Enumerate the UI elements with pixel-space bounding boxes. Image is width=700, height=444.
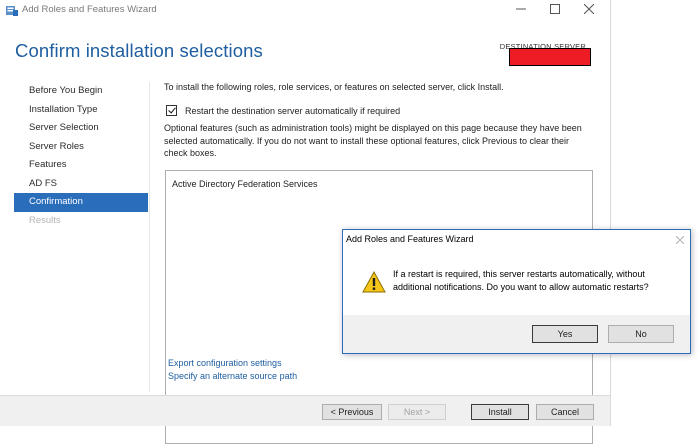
nav-item-server-roles[interactable]: Server Roles <box>14 138 148 157</box>
optional-features-note: Optional features (such as administratio… <box>164 123 582 158</box>
export-configuration-link[interactable]: Export configuration settings <box>168 357 297 370</box>
nav-item-installation-type[interactable]: Installation Type <box>14 101 148 120</box>
minimize-icon <box>516 8 526 10</box>
title-bar: Add Roles and Features Wizard <box>0 0 610 20</box>
wizard-nav: Before You Begin Installation Type Serve… <box>14 82 148 230</box>
nav-item-features[interactable]: Features <box>14 156 148 175</box>
close-icon <box>584 4 594 14</box>
window-title: Add Roles and Features Wizard <box>22 4 157 15</box>
maximize-button[interactable] <box>538 0 572 18</box>
previous-button[interactable]: < Previous <box>322 404 382 420</box>
links-area: Export configuration settings Specify an… <box>168 357 297 382</box>
alternate-source-link[interactable]: Specify an alternate source path <box>168 370 297 383</box>
intro-text: To install the following roles, role ser… <box>164 82 504 92</box>
nav-item-before-you-begin[interactable]: Before You Begin <box>14 82 148 101</box>
close-button[interactable] <box>572 0 606 18</box>
wizard-footer: < Previous Next > Install Cancel <box>0 396 610 426</box>
restart-checkbox-label[interactable]: Restart the destination server automatic… <box>185 106 400 116</box>
no-button[interactable]: No <box>608 325 674 343</box>
list-item: Active Directory Federation Services <box>172 179 318 189</box>
dialog-close-button[interactable] <box>675 232 685 247</box>
cancel-button[interactable]: Cancel <box>536 404 594 420</box>
dialog-message: If a restart is required, this server re… <box>393 269 649 292</box>
install-button[interactable]: Install <box>471 404 529 420</box>
dialog-footer: Yes No <box>343 315 690 353</box>
nav-item-ad-fs[interactable]: AD FS <box>14 175 148 194</box>
next-button: Next > <box>388 404 446 420</box>
server-manager-app-icon <box>6 6 18 16</box>
dialog-title: Add Roles and Features Wizard <box>346 234 474 244</box>
restart-confirmation-dialog: Add Roles and Features Wizard If a resta… <box>342 229 691 354</box>
maximize-icon <box>550 4 560 14</box>
nav-item-confirmation[interactable]: Confirmation <box>14 193 148 212</box>
nav-item-results: Results <box>29 214 61 226</box>
restart-checkbox-row[interactable]: Restart the destination server automatic… <box>166 105 400 116</box>
destination-server-redaction <box>509 48 591 66</box>
restart-checkbox[interactable] <box>166 105 177 116</box>
yes-button[interactable]: Yes <box>532 325 598 343</box>
warning-icon <box>362 271 386 293</box>
nav-divider <box>149 82 150 392</box>
nav-item-server-selection[interactable]: Server Selection <box>14 119 148 138</box>
page-title: Confirm installation selections <box>15 40 263 61</box>
minimize-button[interactable] <box>504 0 538 18</box>
wizard-window: Add Roles and Features Wizard Confirm in… <box>0 0 611 444</box>
close-icon <box>675 235 685 245</box>
